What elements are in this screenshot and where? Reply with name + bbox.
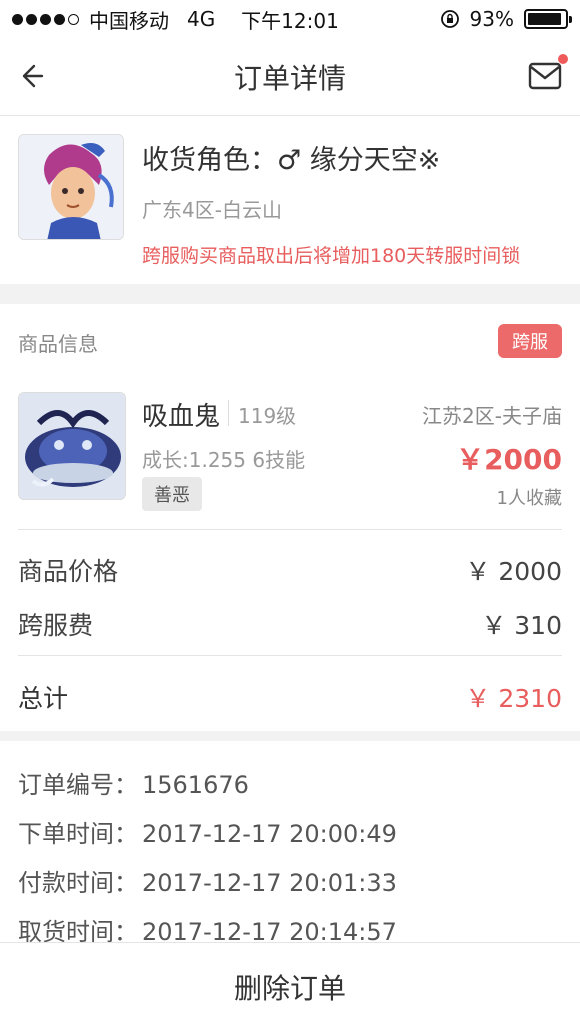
- carrier-name: 中国移动: [89, 8, 169, 33]
- order-created-value: 2017-12-17 20:00:49: [142, 820, 397, 848]
- pet-tag: 善恶: [142, 477, 202, 511]
- pet-stats: 成长:1.255 6技能: [142, 448, 306, 472]
- pet-level: 119级: [238, 404, 297, 428]
- mail-icon[interactable]: [528, 60, 564, 92]
- product-info-label: 商品信息: [18, 332, 98, 356]
- item-price-label: 商品价格: [18, 557, 119, 586]
- delete-order-button[interactable]: 删除订单: [0, 942, 580, 1030]
- receiver-server: 广东4区-白云山: [142, 198, 282, 222]
- notification-dot: [558, 54, 568, 64]
- status-bar: 中国移动 4G 下午12:01 93%: [0, 0, 580, 38]
- status-right: 93%: [440, 7, 572, 31]
- section-gap: [0, 284, 580, 304]
- character-avatar: [18, 134, 124, 240]
- total-value: ￥ 2310: [465, 684, 562, 713]
- pet-server: 江苏2区-夫子庙: [422, 404, 562, 428]
- order-paid-value: 2017-12-17 20:01:33: [142, 869, 397, 897]
- divider: [18, 529, 562, 530]
- order-number-value: 1561676: [142, 771, 249, 799]
- receiver-section: 收货角色：♂ 缘分天空※ 广东4区-白云山 跨服购买商品取出后将增加180天转服…: [0, 116, 580, 284]
- cross-fee-label: 跨服费: [18, 611, 94, 640]
- cross-fee-value: ￥ 310: [481, 611, 562, 640]
- order-number-row: 订单编号： 1561676: [18, 765, 249, 800]
- order-info-section: 订单编号： 1561676 下单时间： 2017-12-17 20:00:49 付款…: [0, 741, 580, 963]
- page-title: 订单详情: [233, 61, 346, 95]
- favorite-count: 1人收藏: [496, 488, 562, 509]
- divider: [228, 400, 229, 426]
- cross-server-badge: 跨服: [498, 324, 562, 358]
- order-created-label: 下单时间：: [18, 820, 138, 848]
- order-paid-row: 付款时间： 2017-12-17 20:01:33: [18, 863, 397, 898]
- order-created-row: 下单时间： 2017-12-17 20:00:49: [18, 814, 397, 849]
- back-arrow-icon[interactable]: [14, 58, 50, 94]
- pet-image[interactable]: [18, 392, 126, 500]
- battery-icon: [524, 9, 572, 29]
- item-price-value: ￥ 2000: [465, 557, 562, 586]
- rotation-lock-icon: [440, 10, 459, 28]
- signal-strength-icon: [12, 13, 79, 25]
- total-label: 总计: [18, 684, 69, 713]
- order-number-label: 订单编号：: [18, 771, 138, 799]
- divider: [18, 655, 562, 656]
- product-section: 商品信息 跨服 吸血鬼 119级 江苏2区-夫子庙 成长:1.255 6技能 ￥…: [0, 304, 580, 731]
- section-gap: [0, 731, 580, 741]
- order-paid-label: 付款时间：: [18, 869, 138, 897]
- nav-bar: 订单详情: [0, 38, 580, 116]
- battery-percent: 93%: [469, 7, 514, 31]
- network-type: 4G: [187, 7, 216, 31]
- pet-name: 吸血鬼: [142, 402, 221, 432]
- receiver-role: 收货角色：♂ 缘分天空※: [142, 145, 441, 176]
- pet-price: ￥2000: [456, 443, 562, 476]
- status-left: 中国移动 4G: [12, 5, 215, 34]
- transfer-lock-warning: 跨服购买商品取出后将增加180天转服时间锁: [142, 245, 521, 267]
